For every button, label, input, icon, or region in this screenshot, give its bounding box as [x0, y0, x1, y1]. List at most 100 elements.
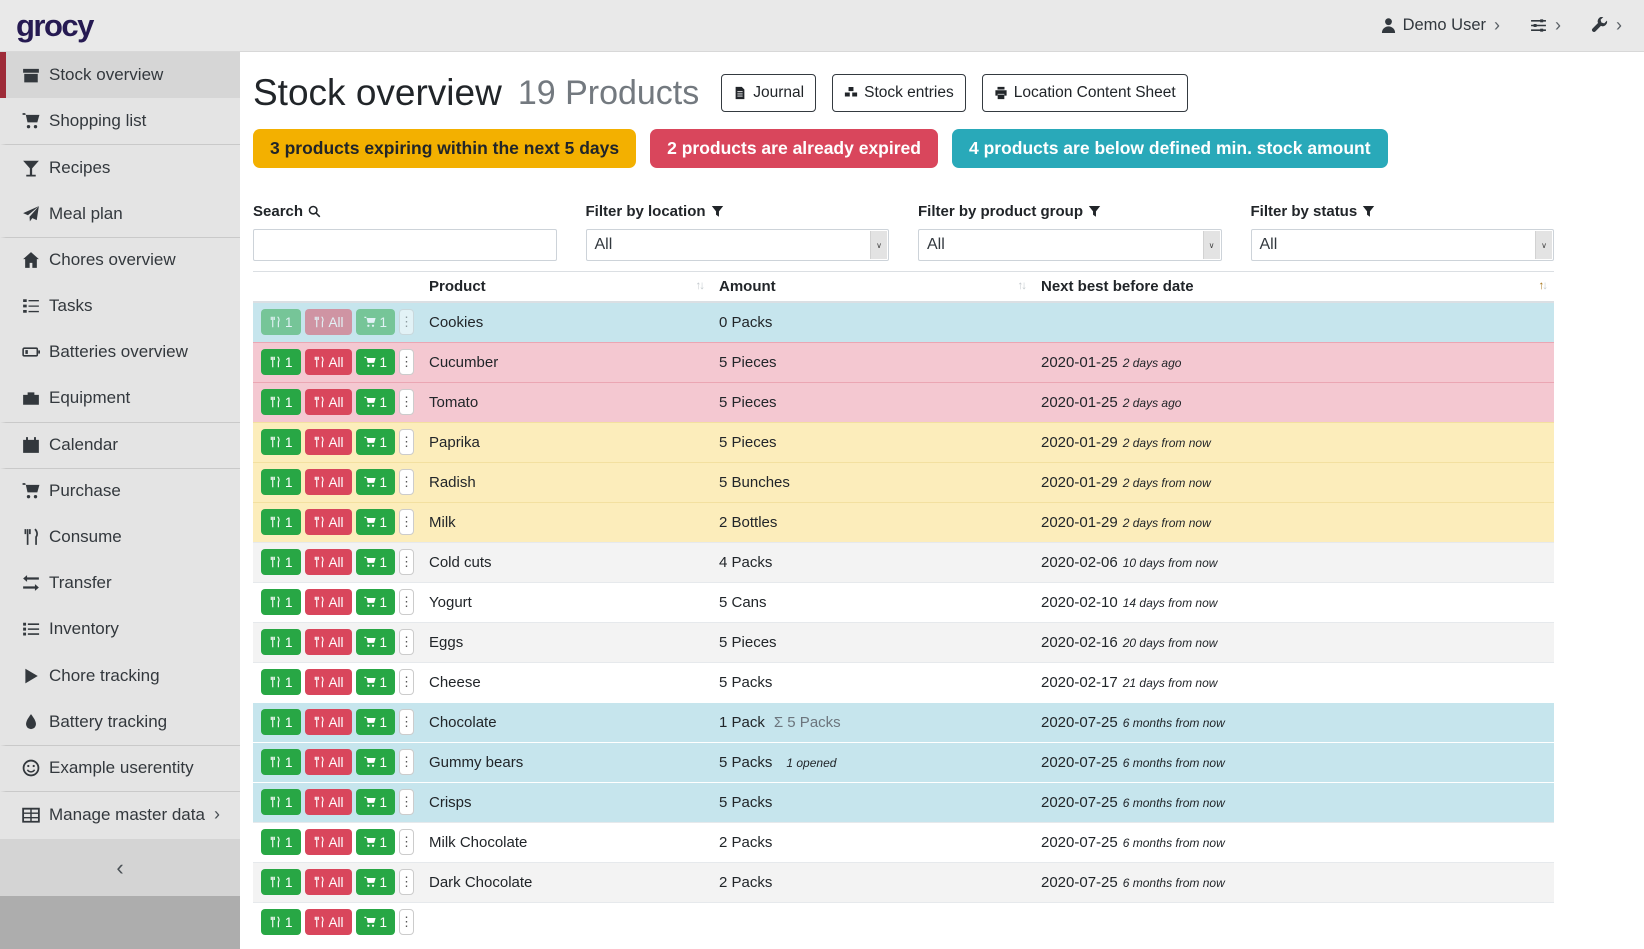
- consume-one-button[interactable]: 1: [261, 629, 301, 655]
- consume-all-button[interactable]: All: [305, 629, 352, 655]
- sidebar-item[interactable]: Stock overview: [0, 52, 240, 98]
- consume-all-button[interactable]: All: [305, 589, 352, 615]
- add-to-shopping-list-button[interactable]: 1: [356, 349, 396, 375]
- sidebar-item[interactable]: Example userentity: [0, 745, 240, 791]
- filter-select[interactable]: All: [918, 229, 1222, 261]
- consume-one-button[interactable]: 1: [261, 909, 301, 935]
- admin-menu[interactable]: [1591, 15, 1622, 36]
- status-banner[interactable]: 4 products are below defined min. stock …: [952, 129, 1388, 168]
- row-menu-button[interactable]: [399, 589, 414, 615]
- row-menu-button[interactable]: [399, 629, 414, 655]
- row-menu-button[interactable]: [399, 309, 414, 335]
- row-menu-button[interactable]: [399, 909, 414, 935]
- add-to-shopping-list-button[interactable]: 1: [356, 869, 396, 895]
- add-to-shopping-list-button[interactable]: 1: [356, 669, 396, 695]
- row-menu-button[interactable]: [399, 429, 414, 455]
- status-banner[interactable]: 2 products are already expired: [650, 129, 938, 168]
- add-to-shopping-list-button[interactable]: 1: [356, 749, 396, 775]
- consume-one-button[interactable]: 1: [261, 469, 301, 495]
- consume-all-button[interactable]: All: [305, 789, 352, 815]
- consume-one-button[interactable]: 1: [261, 669, 301, 695]
- add-to-shopping-list-button[interactable]: 1: [356, 589, 396, 615]
- row-menu-button[interactable]: [399, 509, 414, 535]
- status-banner[interactable]: 3 products expiring within the next 5 da…: [253, 129, 636, 168]
- header-button[interactable]: Journal: [721, 74, 816, 112]
- add-to-shopping-list-button[interactable]: 1: [356, 789, 396, 815]
- sidebar-item[interactable]: Battery tracking: [0, 699, 240, 745]
- consume-one-button[interactable]: 1: [261, 749, 301, 775]
- consume-one-button[interactable]: 1: [261, 789, 301, 815]
- add-to-shopping-list-button[interactable]: 1: [356, 309, 396, 335]
- sidebar-item[interactable]: Manage master data ›: [0, 791, 240, 837]
- consume-all-button[interactable]: All: [305, 429, 352, 455]
- sidebar-item[interactable]: Consume: [0, 514, 240, 560]
- consume-one-button[interactable]: 1: [261, 349, 301, 375]
- row-menu-button[interactable]: [399, 389, 414, 415]
- consume-all-button[interactable]: All: [305, 549, 352, 575]
- row-menu-button[interactable]: [399, 749, 414, 775]
- sidebar-item[interactable]: Chores overview: [0, 237, 240, 283]
- consume-one-button[interactable]: 1: [261, 829, 301, 855]
- app-logo[interactable]: grocy: [16, 8, 93, 44]
- row-menu-button[interactable]: [399, 549, 414, 575]
- consume-one-button[interactable]: 1: [261, 589, 301, 615]
- filter-select[interactable]: All: [1251, 229, 1555, 261]
- sidebar-collapse-button[interactable]: ‹: [0, 839, 240, 896]
- consume-one-button[interactable]: 1: [261, 429, 301, 455]
- consume-all-button[interactable]: All: [305, 909, 352, 935]
- row-menu-button[interactable]: [399, 829, 414, 855]
- sidebar-item[interactable]: Recipes: [0, 144, 240, 190]
- filter-select[interactable]: All: [586, 229, 890, 261]
- column-header[interactable]: Product: [421, 272, 711, 303]
- sort-icon[interactable]: [1018, 280, 1026, 292]
- sidebar-item[interactable]: Tasks: [0, 283, 240, 329]
- header-button[interactable]: Stock entries: [832, 74, 966, 112]
- row-menu-button[interactable]: [399, 789, 414, 815]
- add-to-shopping-list-button[interactable]: 1: [356, 389, 396, 415]
- sidebar-item[interactable]: Equipment: [0, 375, 240, 421]
- add-to-shopping-list-button[interactable]: 1: [356, 629, 396, 655]
- consume-one-button[interactable]: 1: [261, 709, 301, 735]
- consume-all-button[interactable]: All: [305, 349, 352, 375]
- consume-one-button[interactable]: 1: [261, 869, 301, 895]
- add-to-shopping-list-button[interactable]: 1: [356, 829, 396, 855]
- sidebar-item[interactable]: Inventory: [0, 606, 240, 652]
- header-button[interactable]: Location Content Sheet: [982, 74, 1188, 112]
- consume-all-button[interactable]: All: [305, 389, 352, 415]
- user-menu[interactable]: Demo User: [1380, 15, 1500, 36]
- sort-icon[interactable]: [696, 280, 704, 292]
- sidebar-item[interactable]: Batteries overview: [0, 329, 240, 375]
- row-menu-button[interactable]: [399, 709, 414, 735]
- consume-all-button[interactable]: All: [305, 509, 352, 535]
- add-to-shopping-list-button[interactable]: 1: [356, 909, 396, 935]
- sidebar-item[interactable]: Purchase: [0, 468, 240, 514]
- consume-one-button[interactable]: 1: [261, 309, 301, 335]
- add-to-shopping-list-button[interactable]: 1: [356, 509, 396, 535]
- column-header[interactable]: Amount: [711, 272, 1033, 303]
- settings-menu[interactable]: [1530, 15, 1561, 36]
- row-menu-button[interactable]: [399, 349, 414, 375]
- consume-all-button[interactable]: All: [305, 749, 352, 775]
- sidebar-item[interactable]: Shopping list: [0, 98, 240, 144]
- sidebar-item[interactable]: Meal plan: [0, 191, 240, 237]
- add-to-shopping-list-button[interactable]: 1: [356, 469, 396, 495]
- consume-all-button[interactable]: All: [305, 669, 352, 695]
- add-to-shopping-list-button[interactable]: 1: [356, 709, 396, 735]
- consume-one-button[interactable]: 1: [261, 549, 301, 575]
- consume-one-button[interactable]: 1: [261, 389, 301, 415]
- column-header[interactable]: Next best before date: [1033, 272, 1554, 303]
- row-menu-button[interactable]: [399, 669, 414, 695]
- row-menu-button[interactable]: [399, 869, 414, 895]
- consume-all-button[interactable]: All: [305, 709, 352, 735]
- add-to-shopping-list-button[interactable]: 1: [356, 429, 396, 455]
- sidebar-item[interactable]: Transfer: [0, 560, 240, 606]
- consume-all-button[interactable]: All: [305, 869, 352, 895]
- row-menu-button[interactable]: [399, 469, 414, 495]
- sort-icon[interactable]: [1539, 280, 1547, 292]
- consume-all-button[interactable]: All: [305, 469, 352, 495]
- consume-one-button[interactable]: 1: [261, 509, 301, 535]
- search-input[interactable]: [253, 229, 557, 261]
- consume-all-button[interactable]: All: [305, 829, 352, 855]
- consume-all-button[interactable]: All: [305, 309, 352, 335]
- sidebar-item[interactable]: Calendar: [0, 422, 240, 468]
